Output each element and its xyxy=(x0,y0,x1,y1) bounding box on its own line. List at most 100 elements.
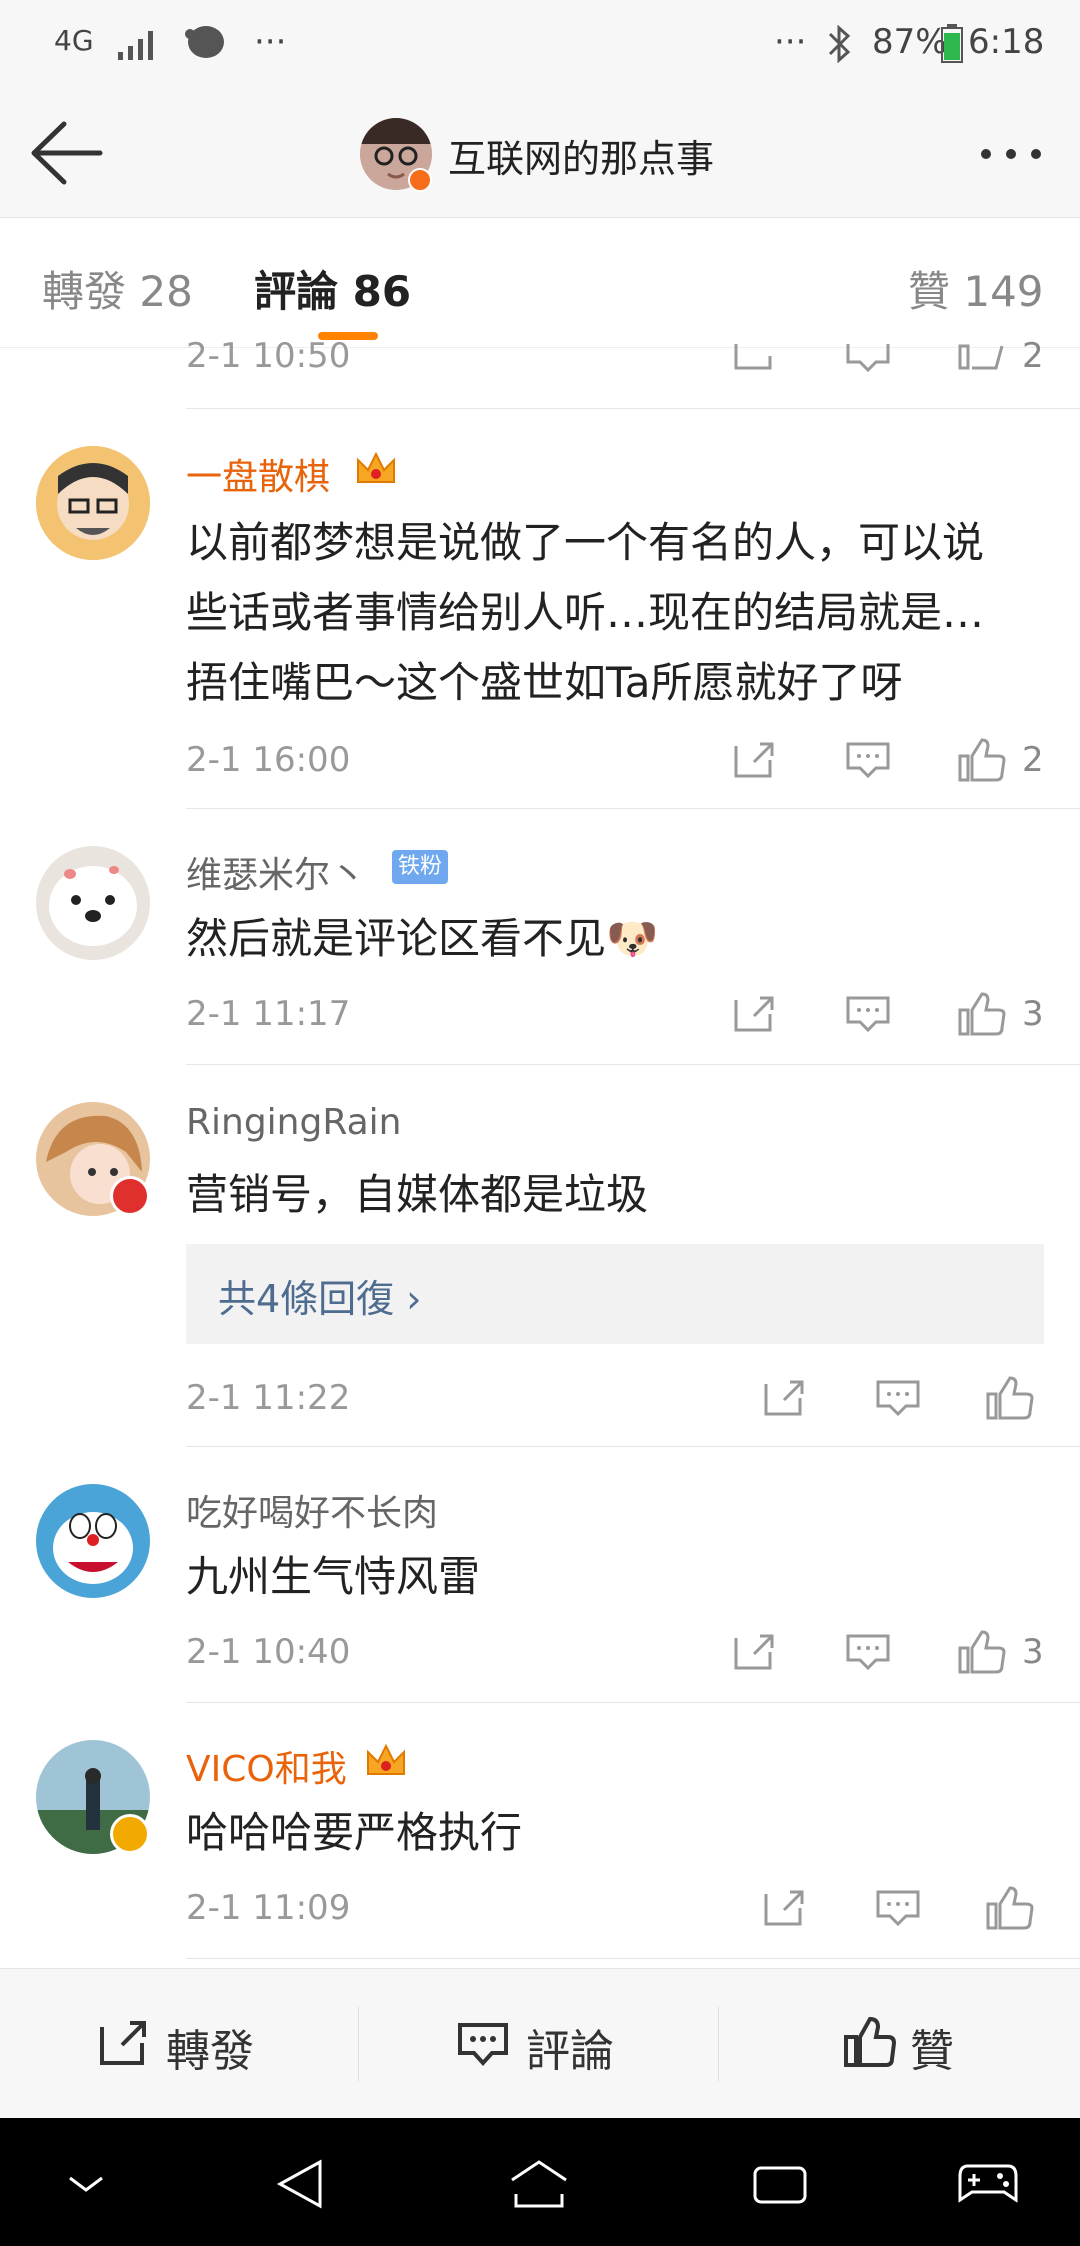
signal-icon xyxy=(118,31,153,60)
like-icon[interactable] xyxy=(844,2017,896,2067)
tab-reposts[interactable]: 轉發 28 xyxy=(42,258,193,319)
bottom-action-bar: 轉發 評論 贊 xyxy=(0,1968,1080,2118)
comment-icon[interactable] xyxy=(458,2021,508,2067)
like-icon[interactable] xyxy=(986,1376,1034,1420)
reply-icon[interactable] xyxy=(846,1632,890,1672)
crown-vip-icon xyxy=(367,1743,405,1775)
verified-badge-icon xyxy=(110,1176,150,1216)
divider xyxy=(186,1446,1080,1447)
reply-icon[interactable] xyxy=(876,1888,920,1928)
comment-username[interactable]: 吃好喝好不长肉 xyxy=(186,1484,438,1536)
like-button[interactable]: 贊 xyxy=(910,2015,954,2079)
network-label: 4G xyxy=(54,24,94,57)
verified-badge-icon xyxy=(110,1814,150,1854)
home-icon[interactable] xyxy=(508,2158,570,2210)
divider xyxy=(186,808,1080,809)
like-count: 3 xyxy=(1022,994,1044,1034)
comment-text: 哈哈哈要严格执行 xyxy=(186,1798,1046,1868)
clock: 6:18 xyxy=(968,22,1045,62)
status-bar: 4G ··· ··· 87% 6:18 xyxy=(0,0,1080,90)
comment-text-line: 然后就是评论区看不见🐶 xyxy=(186,914,659,963)
view-replies-link[interactable]: 共4條回復 › xyxy=(218,1268,421,1323)
reply-icon[interactable] xyxy=(846,342,890,372)
reply-icon[interactable] xyxy=(846,740,890,780)
separator xyxy=(358,2007,359,2081)
arrow-left-icon[interactable] xyxy=(28,120,104,186)
user-avatar[interactable] xyxy=(36,846,150,960)
like-icon[interactable] xyxy=(958,738,1006,782)
app-notification-icon xyxy=(185,26,224,58)
user-avatar[interactable] xyxy=(36,446,150,560)
fan-badge: 铁粉 xyxy=(392,850,448,884)
tab-likes[interactable]: 贊 149 xyxy=(908,258,1044,319)
verified-badge-icon xyxy=(408,168,432,192)
divider xyxy=(186,1958,1080,1959)
like-count: 2 xyxy=(1022,336,1044,376)
like-count: 2 xyxy=(1022,740,1044,780)
tab-comments[interactable]: 評論 86 xyxy=(254,258,411,319)
chevron-down-icon[interactable] xyxy=(66,2172,106,2196)
comment-time: 2-1 11:17 xyxy=(186,994,351,1034)
like-icon[interactable] xyxy=(958,1630,1006,1674)
comment-text-line: 九州生气恃风雷 xyxy=(186,1552,481,1601)
battery-percent: 87% xyxy=(872,22,948,62)
comment-item: VICO和我 哈哈哈要严格执行 2-1 11:09 xyxy=(0,1704,1080,1964)
replies-box[interactable]: 共4條回復 › xyxy=(186,1244,1044,1344)
top-nav: 互联网的那点事 xyxy=(0,90,1080,218)
like-icon[interactable] xyxy=(986,1886,1034,1930)
share-icon[interactable] xyxy=(762,1378,806,1418)
comment-button[interactable]: 評論 xyxy=(526,2015,614,2079)
game-controller-icon[interactable] xyxy=(958,2162,1018,2204)
comment-item: 吃好喝好不长肉 九州生气恃风雷 2-1 10:40 3 xyxy=(0,1448,1080,1704)
comment-text-line: 些话或者事情给别人听…现在的结局就是… xyxy=(186,588,985,637)
comment-text-line: 以前都梦想是说做了一个有名的人，可以说 xyxy=(186,518,985,567)
comment-time: 2-1 10:50 xyxy=(186,336,351,376)
comment-time: 2-1 16:00 xyxy=(186,740,351,780)
reply-icon[interactable] xyxy=(846,994,890,1034)
partial-comment-row: 2-1 10:50 2 xyxy=(0,336,1080,409)
like-icon[interactable] xyxy=(958,342,1004,372)
comment-time: 2-1 11:22 xyxy=(186,1378,351,1418)
comment-username[interactable]: 维瑟米尔丶 xyxy=(186,846,366,898)
comment-text: 九州生气恃风雷 xyxy=(186,1542,1046,1612)
share-icon[interactable] xyxy=(732,342,776,372)
comment-username[interactable]: VICO和我 xyxy=(186,1740,347,1792)
more-right-label: ··· xyxy=(774,22,807,62)
user-avatar[interactable] xyxy=(36,1484,150,1598)
comment-text-line: 捂住嘴巴～这个盛世如Ta所愿就好了呀 xyxy=(186,658,903,707)
divider xyxy=(186,1702,1080,1703)
comment-time: 2-1 10:40 xyxy=(186,1632,351,1672)
page-title: 互联网的那点事 xyxy=(448,137,715,181)
tab-bar: 轉發 28 評論 86 贊 149 xyxy=(0,218,1080,348)
system-nav-bar xyxy=(0,2118,1080,2246)
comment-text: 营销号，自媒体都是垃圾 xyxy=(186,1160,1046,1230)
comment-username[interactable]: RingingRain xyxy=(186,1102,401,1143)
share-icon[interactable] xyxy=(732,740,776,780)
share-icon[interactable] xyxy=(732,1632,776,1672)
comment-text: 以前都梦想是说做了一个有名的人，可以说 些话或者事情给别人听…现在的结局就是… … xyxy=(186,508,1046,718)
more-dots-icon[interactable] xyxy=(976,144,1046,164)
more-left-label: ··· xyxy=(254,22,287,62)
repost-button[interactable]: 轉發 xyxy=(166,2015,254,2079)
comment-item: 一盘散棋 以前都梦想是说做了一个有名的人，可以说 些话或者事情给别人听…现在的结… xyxy=(0,410,1080,810)
reply-icon[interactable] xyxy=(876,1378,920,1418)
comment-username[interactable]: 一盘散棋 xyxy=(186,448,330,500)
comment-text: 然后就是评论区看不见🐶 xyxy=(186,904,1046,974)
comment-text-line: 哈哈哈要严格执行 xyxy=(186,1808,523,1857)
share-icon[interactable] xyxy=(732,994,776,1034)
bluetooth-icon xyxy=(828,24,851,64)
battery-icon xyxy=(941,24,963,63)
like-icon[interactable] xyxy=(958,992,1006,1036)
crown-vip-icon xyxy=(357,451,395,483)
separator xyxy=(718,2007,719,2081)
back-triangle-icon[interactable] xyxy=(274,2158,326,2210)
recent-apps-icon[interactable] xyxy=(752,2160,808,2206)
share-icon[interactable] xyxy=(762,1888,806,1928)
repost-icon[interactable] xyxy=(98,2019,148,2067)
divider xyxy=(186,1064,1080,1065)
comment-time: 2-1 11:09 xyxy=(186,1888,351,1928)
comment-item: RingingRain 营销号，自媒体都是垃圾 共4條回復 › 2-1 11:2… xyxy=(0,1066,1080,1448)
comment-text-line: 营销号，自媒体都是垃圾 xyxy=(186,1170,649,1219)
like-count: 3 xyxy=(1022,1632,1044,1672)
divider xyxy=(186,408,1080,409)
